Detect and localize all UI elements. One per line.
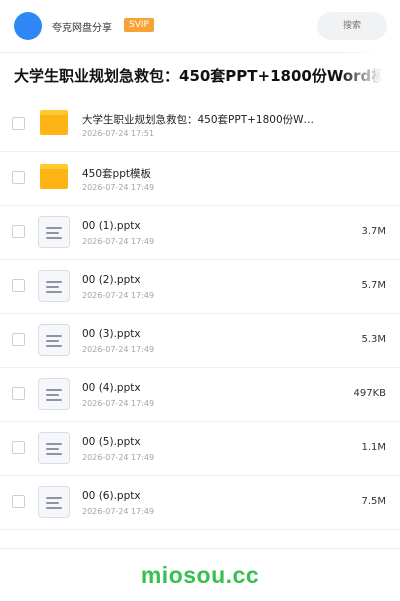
file-row[interactable]: 00 (5).pptx 2026-07-24 17:49 1.1M <box>0 422 400 476</box>
file-row[interactable]: 00 (6).pptx 2026-07-24 17:49 7.5M <box>0 476 400 530</box>
row-checkbox[interactable] <box>12 279 25 292</box>
document-icon <box>38 486 70 518</box>
item-name: 00 (1).pptx <box>82 220 141 232</box>
item-size: 497KB <box>353 388 386 399</box>
document-icon <box>38 324 70 356</box>
item-name: 450套ppt模板 <box>82 168 151 180</box>
item-name: 00 (2).pptx <box>82 274 141 286</box>
title-fade <box>340 52 400 98</box>
item-name: 大学生职业规划急救包：450套PPT+1800份W… <box>82 114 315 126</box>
folder-title-bar: 大学生职业规划急救包：450套PPT+1800份Word模板，… <box>0 52 400 99</box>
folder-row[interactable]: 大学生职业规划急救包：450套PPT+1800份W… 2026-07-24 17:… <box>0 98 400 152</box>
row-checkbox[interactable] <box>12 225 25 238</box>
item-name: 00 (4).pptx <box>82 382 141 394</box>
item-name: 00 (6).pptx <box>82 490 141 502</box>
row-checkbox[interactable] <box>12 171 25 184</box>
watermark: miosou.cc <box>140 562 260 588</box>
item-size: 5.7M <box>361 280 386 291</box>
file-row[interactable]: 00 (2).pptx 2026-07-24 17:49 5.7M <box>0 260 400 314</box>
item-size: 7.5M <box>361 496 386 507</box>
file-row[interactable]: 00 (4).pptx 2026-07-24 17:49 497KB <box>0 368 400 422</box>
document-icon <box>38 270 70 302</box>
file-row[interactable]: 00 (1).pptx 2026-07-24 17:49 3.7M <box>0 206 400 260</box>
row-checkbox[interactable] <box>12 117 25 130</box>
search-input[interactable] <box>317 12 387 40</box>
document-icon <box>38 378 70 410</box>
top-bar: 夸克网盘分享 SVIP <box>0 0 400 53</box>
item-date: 2026-07-24 17:49 <box>82 183 155 192</box>
item-name: 00 (5).pptx <box>82 436 141 448</box>
file-list: 大学生职业规划急救包：450套PPT+1800份W… 2026-07-24 17:… <box>0 98 400 530</box>
item-size: 3.7M <box>361 226 386 237</box>
folder-icon <box>40 164 68 189</box>
document-icon <box>38 432 70 464</box>
item-date: 2026-07-24 17:51 <box>82 129 155 138</box>
item-date: 2026-07-24 17:49 <box>82 507 155 516</box>
row-checkbox[interactable] <box>12 495 25 508</box>
svip-badge: SVIP <box>124 18 154 32</box>
row-checkbox[interactable] <box>12 441 25 454</box>
avatar[interactable] <box>14 12 42 40</box>
item-date: 2026-07-24 17:49 <box>82 345 155 354</box>
document-icon <box>38 216 70 248</box>
item-date: 2026-07-24 17:49 <box>82 453 155 462</box>
item-size: 1.1M <box>361 442 386 453</box>
folder-icon <box>40 110 68 135</box>
item-date: 2026-07-24 17:49 <box>82 399 155 408</box>
app-name: 夸克网盘分享 <box>52 23 112 34</box>
item-date: 2026-07-24 17:49 <box>82 237 155 246</box>
row-checkbox[interactable] <box>12 387 25 400</box>
item-date: 2026-07-24 17:49 <box>82 291 155 300</box>
folder-row[interactable]: 450套ppt模板 2026-07-24 17:49 <box>0 152 400 206</box>
file-row[interactable]: 00 (3).pptx 2026-07-24 17:49 5.3M <box>0 314 400 368</box>
item-name: 00 (3).pptx <box>82 328 141 340</box>
row-checkbox[interactable] <box>12 333 25 346</box>
item-size: 5.3M <box>361 334 386 345</box>
